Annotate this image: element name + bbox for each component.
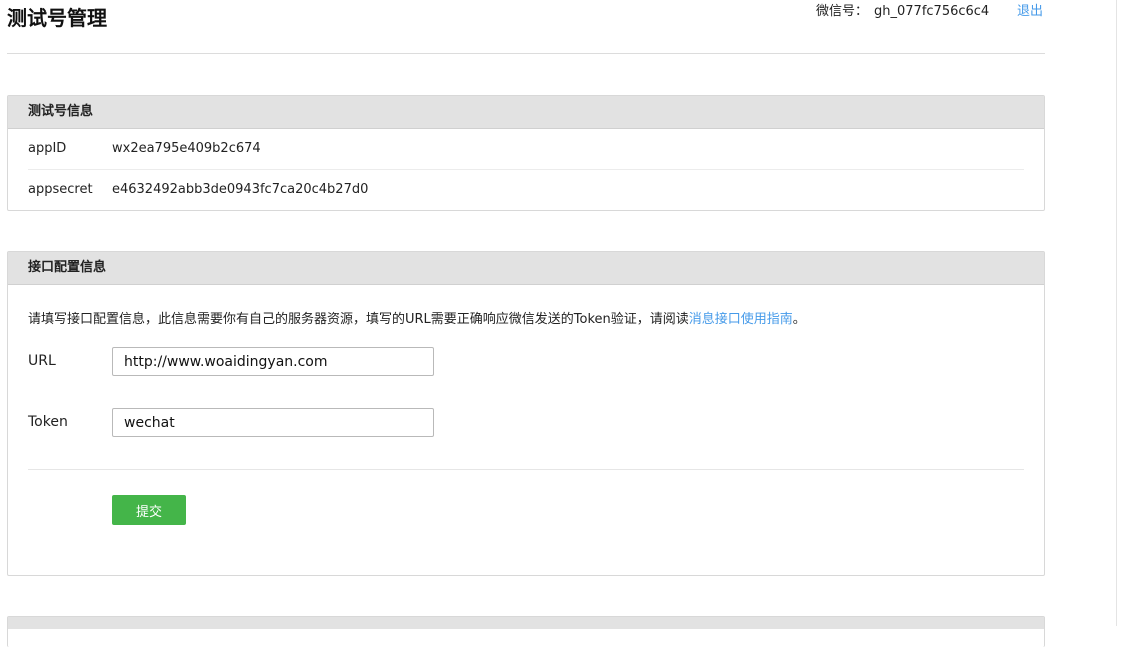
interface-config-panel: 接口配置信息 请填写接口配置信息，此信息需要你有自己的服务器资源，填写的URL需… bbox=[7, 251, 1045, 576]
appid-label: appID bbox=[28, 141, 67, 156]
interface-config-intro: 请填写接口配置信息，此信息需要你有自己的服务器资源，填写的URL需要正确响应微信… bbox=[28, 308, 806, 327]
account-label: 微信号： bbox=[816, 4, 869, 19]
account-id: gh_077fc756c6c4 bbox=[874, 4, 990, 19]
interface-config-panel-title: 接口配置信息 bbox=[8, 252, 1044, 285]
message-api-guide-link[interactable]: 消息接口使用指南 bbox=[689, 312, 793, 327]
intro-end: 。 bbox=[792, 312, 806, 327]
test-account-panel: 测试号信息 appID wx2ea795e409b2c674 appsecret… bbox=[7, 95, 1045, 211]
window-edge-divider bbox=[1116, 0, 1117, 626]
header-divider bbox=[7, 53, 1045, 54]
url-label: URL bbox=[28, 353, 56, 369]
token-label: Token bbox=[28, 414, 68, 430]
next-panel bbox=[7, 616, 1045, 647]
intro-text: 请填写接口配置信息，此信息需要你有自己的服务器资源，填写的URL需要正确响应微信… bbox=[28, 312, 689, 327]
form-divider bbox=[28, 469, 1024, 470]
url-input[interactable] bbox=[112, 347, 434, 376]
page-title: 测试号管理 bbox=[7, 6, 107, 30]
token-input[interactable] bbox=[112, 408, 434, 437]
next-panel-header bbox=[8, 617, 1044, 629]
appsecret-label: appsecret bbox=[28, 182, 93, 197]
appid-value: wx2ea795e409b2c674 bbox=[112, 141, 261, 156]
info-row-appid: appID wx2ea795e409b2c674 bbox=[28, 129, 1024, 169]
logout-link[interactable]: 退出 bbox=[1017, 3, 1043, 21]
appsecret-value: e4632492abb3de0943fc7ca20c4b27d0 bbox=[112, 182, 369, 197]
info-row-appsecret: appsecret e4632492abb3de0943fc7ca20c4b27… bbox=[28, 169, 1024, 210]
test-account-panel-title: 测试号信息 bbox=[8, 96, 1044, 129]
submit-button[interactable]: 提交 bbox=[112, 495, 186, 525]
account-info: 微信号： gh_077fc756c6c4 bbox=[816, 3, 989, 21]
